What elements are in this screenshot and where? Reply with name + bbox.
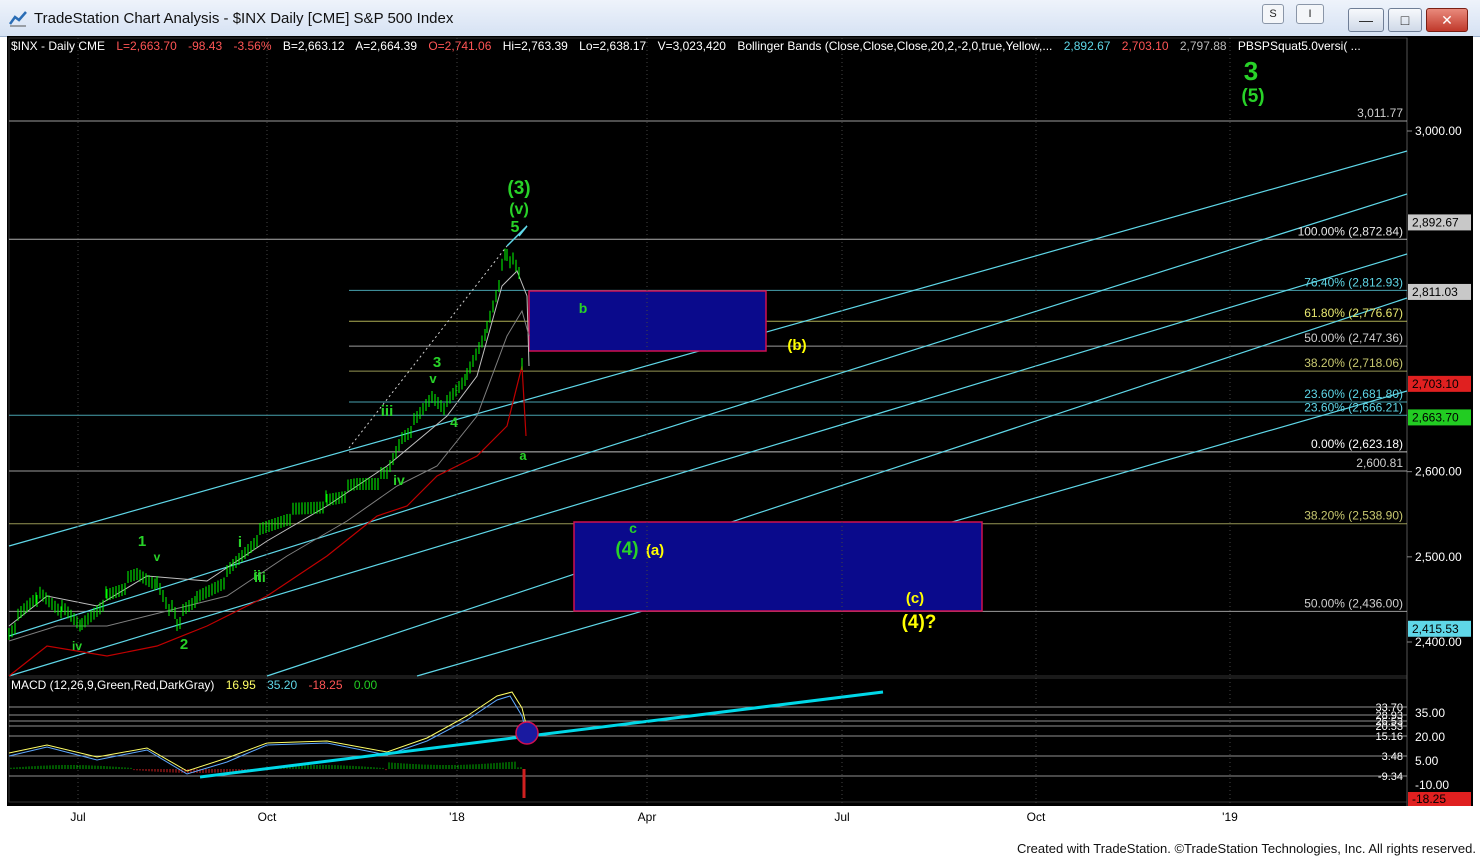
title-bar: TradeStation Chart Analysis - $INX Daily… bbox=[0, 0, 1480, 37]
wave-label: 2 bbox=[180, 636, 188, 653]
tradestation-app-icon bbox=[9, 11, 27, 27]
fib-level-label: 38.20% (2,718.06) bbox=[1304, 356, 1403, 370]
fib-level-label: 38.20% (2,538.90) bbox=[1304, 509, 1403, 523]
macd-level-label: 15.16 bbox=[1375, 731, 1403, 743]
macd-value-2: 35.20 bbox=[267, 678, 297, 692]
time-axis-label: Apr bbox=[638, 810, 657, 824]
info-open: O=2,741.06 bbox=[428, 39, 491, 53]
macd-badge-label: -18.25 bbox=[1412, 792, 1446, 806]
minimize-button[interactable]: — bbox=[1348, 8, 1384, 32]
time-axis-label: Oct bbox=[258, 810, 277, 824]
fib-level-label: 50.00% (2,436.00) bbox=[1304, 596, 1403, 610]
price-badge-label: 2,811.03 bbox=[1412, 285, 1458, 299]
price-axis-label: 2,500.00 bbox=[1415, 550, 1462, 564]
wave-label: 3 bbox=[1244, 56, 1258, 86]
wave-label: (5) bbox=[1241, 86, 1264, 107]
price-axis: 3,000.00 2,600.00 2,500.00 2,400.00 2,892.67… bbox=[1407, 124, 1471, 649]
info-extra: PBSPSquat5.0versi( ... bbox=[1238, 39, 1361, 53]
wave-label: v bbox=[154, 550, 161, 564]
wave-label: (v) bbox=[509, 201, 529, 218]
macd-axis-label: 20.00 bbox=[1415, 730, 1445, 744]
info-high: Hi=2,763.39 bbox=[503, 39, 568, 53]
close-button[interactable]: ✕ bbox=[1426, 8, 1468, 32]
time-axis-label: '19 bbox=[1222, 810, 1238, 824]
info-bb-mid: 2,797.88 bbox=[1180, 39, 1227, 53]
time-axis-label: '18 bbox=[449, 810, 465, 824]
fib-level-label: 23.60% (2,681.80) bbox=[1304, 387, 1403, 401]
wave-label: ii bbox=[253, 567, 261, 583]
price-badge-label: 2,703.10 bbox=[1412, 377, 1459, 391]
price-chart[interactable]: 3,011.77 100.00% (2,872.84) 76.40% (2,812.… bbox=[7, 36, 1473, 828]
info-low: Lo=2,638.17 bbox=[579, 39, 646, 53]
macd-touch-circle bbox=[515, 721, 539, 745]
price-badge-label: 2,415.53 bbox=[1412, 622, 1459, 636]
price-axis-label: 2,600.00 bbox=[1415, 465, 1462, 479]
info-bar: $INX - Daily CME L=2,663.70 -98.43 -3.56… bbox=[11, 39, 1361, 53]
footer-credit: Created with TradeStation. ©TradeStation… bbox=[1016, 841, 1476, 856]
fib-level-label: 23.60% (2,666.21) bbox=[1304, 400, 1403, 414]
info-button[interactable]: I bbox=[1296, 4, 1324, 24]
macd-value-4: 0.00 bbox=[354, 678, 378, 692]
macd-axis-label: 5.00 bbox=[1415, 754, 1439, 768]
wave-label: iv bbox=[393, 472, 405, 488]
time-axis-label: Oct bbox=[1027, 810, 1046, 824]
price-axis-label: 2,400.00 bbox=[1415, 635, 1462, 649]
macd-value-3: -18.25 bbox=[309, 678, 343, 692]
info-volume: V=3,023,420 bbox=[658, 39, 727, 53]
time-axis-label: Jul bbox=[834, 810, 849, 824]
time-axis-label: Jul bbox=[70, 810, 85, 824]
wave-label: iii bbox=[381, 403, 394, 420]
wave-label: (4)? bbox=[902, 612, 937, 633]
wave-label: v bbox=[429, 371, 437, 386]
info-bb-lower: 2,703.10 bbox=[1122, 39, 1169, 53]
wave-label: 5 bbox=[511, 219, 520, 236]
macd-axis: 35.00 20.00 5.00 -10.00-18.25 bbox=[1408, 706, 1471, 806]
wave-label: (c) bbox=[906, 590, 924, 607]
info-bid: B=2,663.12 bbox=[283, 39, 345, 53]
wave-label: (a) bbox=[646, 542, 664, 559]
macd-label: MACD (12,26,9,Green,Red,DarkGray) bbox=[11, 678, 214, 692]
fib-level-label: 100.00% (2,872.84) bbox=[1298, 224, 1403, 238]
info-bb-upper: 2,892.67 bbox=[1064, 39, 1111, 53]
fib-level-label: 2,600.81 bbox=[1356, 456, 1403, 470]
price-badge-label: 2,892.67 bbox=[1412, 215, 1459, 229]
wave-label: 1 bbox=[138, 533, 146, 550]
wave-label: c bbox=[629, 520, 637, 536]
wave-label: (b) bbox=[787, 337, 806, 354]
macd-axis-label: -10.00 bbox=[1415, 778, 1449, 792]
fib-level-label: 3,011.77 bbox=[1357, 106, 1403, 120]
macd-value-1: 16.95 bbox=[226, 678, 256, 692]
macd-level-label: 3.48 bbox=[1382, 751, 1403, 763]
price-axis-label: 3,000.00 bbox=[1415, 124, 1462, 138]
wave-label: a bbox=[519, 448, 527, 463]
info-ask: A=2,664.39 bbox=[355, 39, 417, 53]
wave-label: iv bbox=[72, 639, 82, 653]
fib-level-label: 50.00% (2,747.36) bbox=[1304, 331, 1403, 345]
maximize-button[interactable]: □ bbox=[1388, 8, 1422, 32]
macd-label-row: MACD (12,26,9,Green,Red,DarkGray) 16.95 … bbox=[11, 678, 378, 692]
info-symbol: $INX - Daily CME bbox=[11, 39, 105, 53]
symbol-link-button[interactable]: S bbox=[1262, 4, 1284, 24]
wave-label: (3) bbox=[507, 178, 530, 199]
info-change: -98.43 bbox=[188, 39, 222, 53]
wave-label: (4) bbox=[615, 539, 638, 560]
wave-label: b bbox=[579, 300, 588, 316]
time-axis-bg bbox=[7, 806, 1473, 828]
macd-pane[interactable] bbox=[8, 677, 1408, 803]
fib-level-label: 61.80% (2,776.67) bbox=[1304, 306, 1403, 320]
macd-level-label: -9.34 bbox=[1378, 771, 1403, 783]
info-pct: -3.56% bbox=[233, 39, 271, 53]
fib-level-label: 76.40% (2,812.93) bbox=[1304, 275, 1403, 289]
macd-axis-label: 35.00 bbox=[1415, 706, 1445, 720]
info-indicator: Bollinger Bands (Close,Close,Close,20,2,… bbox=[737, 39, 1052, 53]
chart-area[interactable]: 3,011.77 100.00% (2,872.84) 76.40% (2,812.… bbox=[7, 36, 1473, 828]
info-last: L=2,663.70 bbox=[116, 39, 177, 53]
wave-label: i bbox=[238, 534, 242, 551]
window-title: TradeStation Chart Analysis - $INX Daily… bbox=[34, 10, 454, 27]
fib-level-label: 0.00% (2,623.18) bbox=[1311, 437, 1403, 451]
price-badge-label: 2,663.70 bbox=[1412, 410, 1459, 424]
wave-label: 3 bbox=[433, 354, 441, 371]
